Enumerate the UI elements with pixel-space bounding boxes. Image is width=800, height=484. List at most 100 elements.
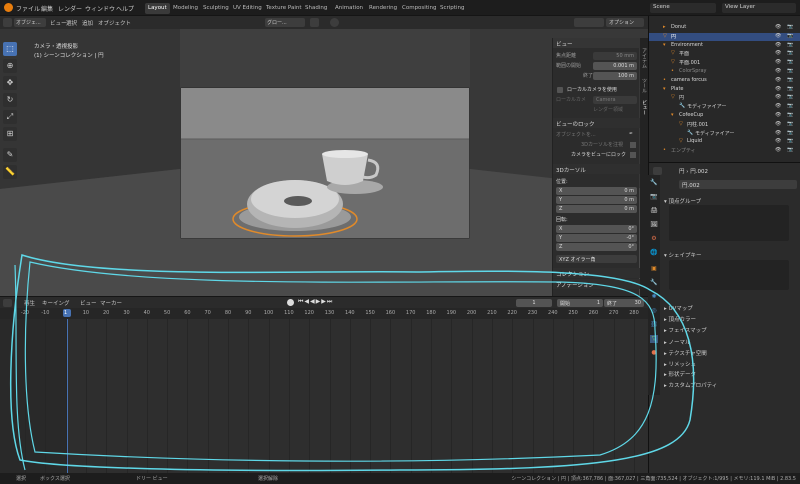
clip-start-field[interactable]: 0.001 m (593, 62, 637, 70)
euler-mode-dropdown[interactable]: XYZ オイラー角 (556, 255, 637, 263)
rot-x-field[interactable]: X 0° (556, 225, 637, 233)
visibility-eye-icon[interactable]: 👁 (775, 112, 781, 118)
menu-file[interactable]: ファイル (16, 4, 40, 13)
timeline-menu-marker[interactable]: マーカー (100, 299, 122, 307)
outliner-row[interactable]: ▽ Liquid 👁 📷 (649, 138, 800, 146)
render-camera-icon[interactable]: 📷 (787, 77, 793, 83)
shape-key-list[interactable] (669, 260, 789, 290)
outliner-row[interactable]: ▽ 円 👁 📷 (649, 94, 800, 102)
properties-editor-icon[interactable] (653, 167, 662, 175)
render-camera-icon[interactable]: 📷 (787, 130, 793, 136)
visibility-eye-icon[interactable]: 👁 (775, 59, 781, 65)
orientation-selector[interactable]: グロー... (265, 18, 305, 27)
render-camera-icon[interactable]: 📷 (787, 94, 793, 100)
render-camera-icon[interactable]: 📷 (787, 24, 793, 30)
local-camera-checkbox[interactable] (557, 87, 563, 93)
workspace-tab-texture-paint[interactable]: Texture Paint (263, 3, 305, 14)
start-frame-field[interactable]: 開始 1 (557, 299, 603, 307)
visibility-eye-icon[interactable]: 👁 (775, 68, 781, 74)
tool-tab-icon[interactable]: 🔧 (650, 179, 658, 187)
render-camera-icon[interactable]: 📷 (787, 59, 793, 65)
timeline-editor-icon[interactable] (3, 299, 12, 307)
properties-section-header[interactable]: ▸ 頂点カラー (664, 315, 696, 323)
measure-tool-icon[interactable]: 📏 (3, 165, 17, 179)
view-layer-selector[interactable]: View Layer (722, 3, 796, 13)
annotation-section-header[interactable]: アノテーション (553, 279, 640, 289)
visibility-eye-icon[interactable]: 👁 (775, 33, 781, 39)
workspace-tab-uv-editing[interactable]: UV Editing (230, 3, 265, 14)
annotate-tool-icon[interactable]: ✎ (3, 148, 17, 162)
workspace-tab-sculpting[interactable]: Sculpting (200, 3, 232, 14)
properties-section-header[interactable]: ▸ ノーマル (664, 338, 691, 346)
3d-cursor-section-header[interactable]: 3Dカーソル (553, 164, 640, 174)
visibility-eye-icon[interactable]: 👁 (775, 94, 781, 100)
view-layer-tab-icon[interactable]: 🖼 (650, 221, 658, 229)
render-tab-icon[interactable]: 📷 (650, 193, 658, 201)
focal-length-field[interactable]: 50 mm (593, 52, 637, 60)
properties-section-header[interactable]: ▸ テクスチャ空間 (664, 349, 707, 357)
eyedropper-icon[interactable]: ✒ (629, 131, 633, 137)
properties-section-header[interactable]: ▾ 頂点グループ (664, 197, 701, 205)
render-camera-icon[interactable]: 📷 (787, 112, 793, 118)
properties-section-header[interactable]: ▸ 形状データ (664, 370, 696, 378)
playback-controls-icon[interactable]: ⏮◀◀▶▶⏭ (298, 298, 333, 306)
timeline-menu-view[interactable]: ビュー (80, 299, 97, 307)
data-tab-icon[interactable]: ▽ (650, 335, 658, 343)
timeline-menu-playback[interactable]: 再生 (24, 299, 35, 307)
visibility-eye-icon[interactable]: 👁 (775, 50, 781, 56)
transform-tool-icon[interactable]: ⊞ (3, 127, 17, 141)
scene-selector[interactable]: Scene (650, 3, 716, 13)
outliner-row[interactable]: • ColorSpray 👁 📷 (649, 68, 800, 76)
mode-selector[interactable]: オブジェ... (14, 18, 46, 27)
lock-camera-checkbox[interactable] (630, 152, 636, 158)
rot-y-field[interactable]: Y -0° (556, 234, 637, 242)
menu-render[interactable]: レンダー (58, 4, 82, 13)
outliner-row[interactable]: 🔧 モディファイアー 👁 📷 (649, 103, 800, 111)
workspace-tab-modeling[interactable]: Modeling (170, 3, 201, 14)
rot-z-field[interactable]: Z 0° (556, 243, 637, 251)
viewport-menu-object[interactable]: オブジェクト (98, 19, 131, 27)
workspace-tab-compositing[interactable]: Compositing (399, 3, 439, 14)
3d-viewport[interactable]: カメラ・透視投影 (1) シーンコレクション | 円 (0, 29, 648, 296)
editor-type-icon[interactable] (3, 18, 12, 27)
particles-tab-icon[interactable]: ✺ (650, 293, 658, 301)
mesh-name-field[interactable]: 円.002 (679, 180, 797, 189)
render-camera-icon[interactable]: 📷 (787, 50, 793, 56)
move-tool-icon[interactable]: ✥ (3, 76, 17, 90)
outliner-row[interactable]: • camera forcus 👁 📷 (649, 77, 800, 85)
render-camera-icon[interactable]: 📷 (787, 68, 793, 74)
workspace-tab-layout[interactable]: Layout (145, 3, 170, 14)
timeline-ruler[interactable]: -20 -10 1 10 20 30 40 50 60 70 80 90 100 110 120 130 140… (0, 308, 648, 319)
properties-section-header[interactable]: ▸ フェイスマップ (664, 326, 707, 334)
menu-edit[interactable]: 編集 (41, 4, 53, 13)
view-section-header[interactable]: ビュー (553, 38, 640, 48)
outliner-row[interactable]: ▾ CofeeCup 👁 📷 (649, 112, 800, 120)
lock-cursor-checkbox[interactable] (630, 142, 636, 148)
end-frame-field[interactable]: 終了 30 (604, 299, 644, 307)
scene-tab-icon[interactable]: ⚙ (650, 235, 658, 243)
clip-end-field[interactable]: 100 m (593, 72, 637, 80)
render-camera-icon[interactable]: 📷 (787, 86, 793, 92)
rotate-tool-icon[interactable]: ↻ (3, 93, 17, 107)
viewport-menu-select[interactable]: 選択 (66, 19, 77, 27)
workspace-tab-shading[interactable]: Shading (302, 3, 330, 14)
tab-item[interactable]: アイテム (641, 48, 648, 68)
scale-tool-icon[interactable]: ⤢ (3, 110, 17, 124)
workspace-tab-rendering[interactable]: Rendering (366, 3, 400, 14)
visibility-eye-icon[interactable]: 👁 (775, 103, 781, 109)
local-camera-field[interactable]: Camera (593, 96, 637, 104)
select-box-tool-icon[interactable]: ⬚ (3, 42, 17, 56)
loc-y-field[interactable]: Y 0 m (556, 196, 637, 204)
loc-z-field[interactable]: Z 0 m (556, 205, 637, 213)
timeline-menu-keying[interactable]: キーイング (42, 299, 70, 307)
view-lock-section-header[interactable]: ビューのロック (553, 118, 640, 128)
render-camera-icon[interactable]: 📷 (787, 121, 793, 127)
loc-x-field[interactable]: X 0 m (556, 187, 637, 195)
tab-view[interactable]: ビュー (641, 100, 648, 115)
world-tab-icon[interactable]: 🌐 (650, 249, 658, 257)
vertex-group-list[interactable] (669, 205, 789, 241)
properties-section-header[interactable]: ▸ UVマップ (664, 304, 693, 312)
viewport-menu-view[interactable]: ビュー (50, 19, 67, 27)
outliner-row[interactable]: ▾ Environment 👁 📷 (649, 42, 800, 50)
constraints-tab-icon[interactable]: ⛓ (650, 321, 658, 329)
